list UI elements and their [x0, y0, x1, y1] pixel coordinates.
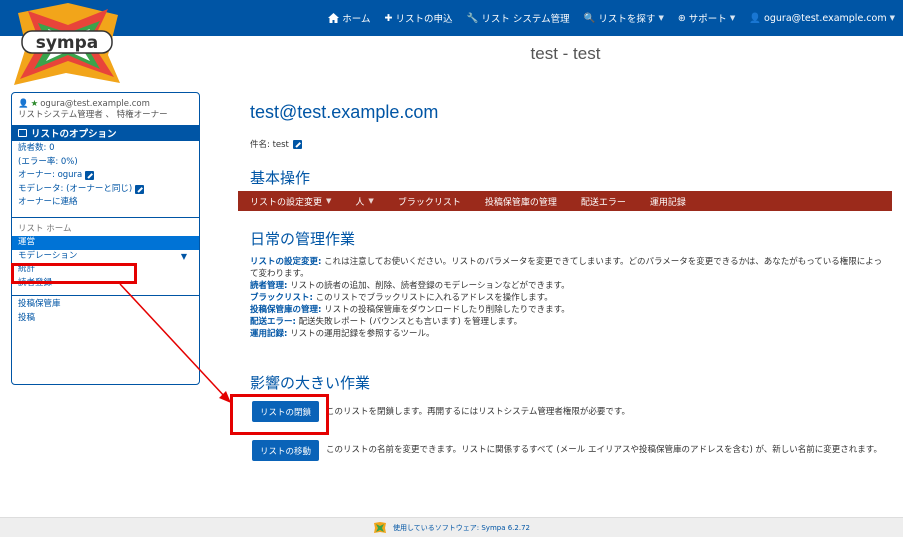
annotation-arrow: [119, 283, 231, 403]
sympa-mini-logo: [373, 521, 386, 533]
footer: 使用しているソフトウェア: Sympa 6.2.72: [0, 517, 903, 537]
footer-text[interactable]: 使用しているソフトウェア: Sympa 6.2.72: [393, 523, 530, 533]
